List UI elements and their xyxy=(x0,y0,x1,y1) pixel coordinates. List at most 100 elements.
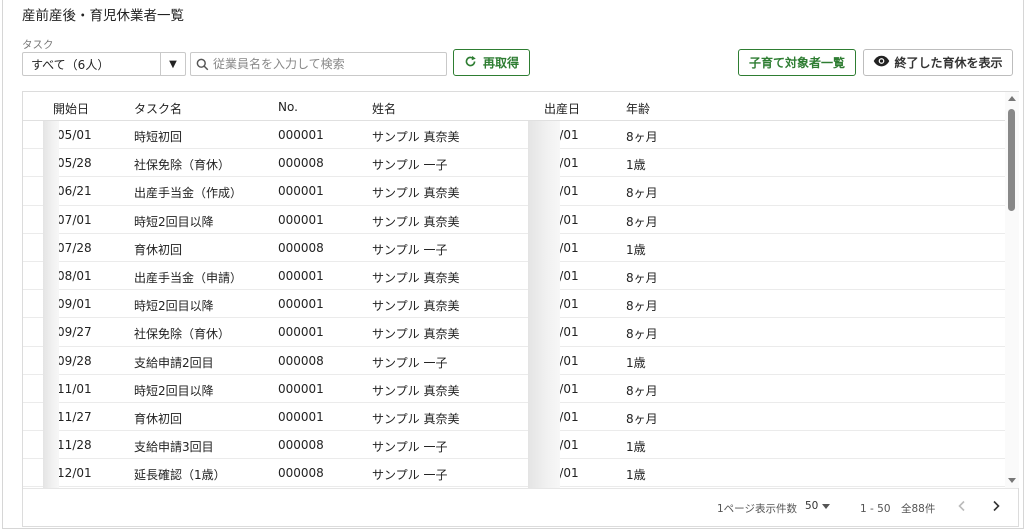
full-name-cell: サンプル 真奈美 xyxy=(372,411,460,426)
table-row[interactable]: /12/01 延長確認（1歳） 000008 サンプル 一子 04/01 1歳 xyxy=(23,459,1005,488)
page-title: 産前産後・育児休業者一覧 xyxy=(22,8,184,24)
childcare-target-list-button[interactable]: 子育て対象者一覧 xyxy=(738,49,856,76)
table-row[interactable]: /05/28 社保免除（育休） 000008 サンプル 一子 04/01 1歳 xyxy=(23,149,1005,178)
task-name-cell: 時短初回 xyxy=(134,130,183,144)
table-row[interactable]: /09/28 支給申請2回目 000008 サンプル 一子 04/01 1歳 xyxy=(23,347,1005,375)
search-icon xyxy=(191,58,213,71)
full-name-cell: サンプル 真奈美 xyxy=(372,130,460,144)
age-cell: 8ヶ月 xyxy=(626,214,658,229)
caret-down-icon[interactable]: ▼ xyxy=(161,59,185,70)
scroll-up-icon[interactable] xyxy=(1008,96,1016,101)
refresh-label: 再取得 xyxy=(482,56,519,70)
task-name-cell: 社保免除（育休） xyxy=(134,327,231,342)
table-row[interactable]: /06/21 出産手当金（作成） 000001 サンプル 真奈美 08/01 8ヶ月 xyxy=(23,177,1005,206)
header-task-name[interactable]: タスク名 xyxy=(134,100,182,117)
age-cell: 1歳 xyxy=(626,242,646,257)
full-name-cell: サンプル 一子 xyxy=(372,355,448,370)
task-name-cell: 支給申請3回目 xyxy=(134,440,214,455)
table-row[interactable]: /11/27 育休初回 000001 サンプル 真奈美 08/01 8ヶ月 xyxy=(23,403,1005,432)
task-name-cell: 支給申請2回目 xyxy=(134,355,214,370)
employee-no-cell: 000008 xyxy=(278,438,324,453)
pagination-range: 1 - 50 全88件 xyxy=(860,503,936,515)
employee-search-input[interactable] xyxy=(213,57,446,71)
page-frame: 産前産後・育児休業者一覧 タスク すべて（6人） ▼ 再取得 子育て対象者一覧 … xyxy=(2,0,1024,529)
age-cell: 8ヶ月 xyxy=(626,130,658,144)
table-row[interactable]: /11/01 時短2回目以降 000001 サンプル 真奈美 08/01 8ヶ月 xyxy=(23,375,1005,403)
full-name-cell: サンプル 真奈美 xyxy=(372,327,460,342)
header-birth-date[interactable]: 出産日 xyxy=(544,100,580,117)
vertical-scrollbar[interactable] xyxy=(1005,92,1019,488)
employee-no-cell: 000008 xyxy=(278,353,324,368)
age-cell: 8ヶ月 xyxy=(626,270,658,285)
header-full-name[interactable]: 姓名 xyxy=(372,100,396,117)
scrollbar-thumb[interactable] xyxy=(1008,109,1015,211)
show-finished-label: 終了した育休を表示 xyxy=(894,56,1003,70)
header-age[interactable]: 年齢 xyxy=(626,100,650,117)
full-name-cell: サンプル 真奈美 xyxy=(372,299,460,314)
employee-no-cell: 000001 xyxy=(278,128,324,142)
task-name-cell: 育休初回 xyxy=(134,411,183,426)
pagination-footer: 1ページ表示件数 50 1 - 50 全88件 xyxy=(23,488,1018,526)
table-body: /05/01 時短初回 000001 サンプル 真奈美 08/01 8ヶ月/05/28 社保… xyxy=(23,121,1005,488)
age-cell: 8ヶ月 xyxy=(626,411,658,426)
full-name-cell: サンプル 一子 xyxy=(372,242,448,257)
full-name-cell: サンプル 真奈美 xyxy=(372,383,460,398)
full-name-cell: サンプル 一子 xyxy=(372,468,448,483)
show-finished-leave-button[interactable]: 終了した育休を表示 xyxy=(863,49,1013,76)
employee-no-cell: 000001 xyxy=(278,381,324,396)
task-name-cell: 出産手当金（作成） xyxy=(134,186,243,201)
refresh-icon xyxy=(464,55,477,71)
task-name-cell: 育休初回 xyxy=(134,242,183,257)
employee-no-cell: 000008 xyxy=(278,156,324,171)
age-cell: 1歳 xyxy=(626,355,646,370)
header-employee-no[interactable]: No. xyxy=(278,100,298,114)
table-row[interactable]: /09/27 社保免除（育休） 000001 サンプル 真奈美 08/01 8ヶ月 xyxy=(23,318,1005,347)
age-cell: 8ヶ月 xyxy=(626,186,658,201)
table-row[interactable]: /11/28 支給申請3回目 000008 サンプル 一子 04/01 1歳 xyxy=(23,431,1005,460)
employee-no-cell: 000001 xyxy=(278,409,324,424)
employee-no-cell: 000001 xyxy=(278,325,324,340)
header-start-date[interactable]: 開始日 xyxy=(53,100,89,117)
rows-per-page-select[interactable]: 50 xyxy=(805,500,831,512)
full-name-cell: サンプル 一子 xyxy=(372,440,448,455)
employee-no-cell: 000001 xyxy=(278,297,324,312)
refresh-button[interactable]: 再取得 xyxy=(453,49,530,76)
table-row[interactable]: /07/28 育休初回 000008 サンプル 一子 04/01 1歳 xyxy=(23,234,1005,262)
task-name-cell: 時短2回目以降 xyxy=(134,214,214,229)
age-cell: 1歳 xyxy=(626,440,646,455)
chevron-right-icon[interactable] xyxy=(985,495,1007,517)
redacted-year-mask xyxy=(528,121,560,489)
rows-per-page-label: 1ページ表示件数 xyxy=(717,503,797,515)
full-name-cell: サンプル 真奈美 xyxy=(372,214,460,229)
employee-search[interactable] xyxy=(190,52,447,76)
caret-down-icon xyxy=(822,503,831,509)
employee-no-cell: 000008 xyxy=(278,466,324,481)
age-cell: 8ヶ月 xyxy=(626,327,658,342)
task-name-cell: 時短2回目以降 xyxy=(134,383,214,398)
employee-no-cell: 000001 xyxy=(278,184,324,199)
task-filter-select[interactable]: すべて（6人） ▼ xyxy=(22,52,186,76)
redacted-year-mask xyxy=(43,121,59,489)
age-cell: 8ヶ月 xyxy=(626,299,658,314)
full-name-cell: サンプル 真奈美 xyxy=(372,186,460,201)
full-name-cell: サンプル 真奈美 xyxy=(372,270,460,285)
task-name-cell: 出産手当金（申請） xyxy=(134,270,243,285)
employee-no-cell: 000001 xyxy=(278,268,324,283)
employee-no-cell: 000008 xyxy=(278,240,324,255)
task-filter-label: タスク xyxy=(22,39,54,51)
scroll-down-icon[interactable] xyxy=(1008,478,1016,483)
table-row[interactable]: /05/01 時短初回 000001 サンプル 真奈美 08/01 8ヶ月 xyxy=(23,121,1005,150)
task-name-cell: 延長確認（1歳） xyxy=(134,468,226,483)
table-header: 開始日 タスク名 No. 姓名 出産日 年齢 xyxy=(23,92,1005,121)
task-name-cell: 時短2回目以降 xyxy=(134,299,214,314)
eye-icon xyxy=(873,55,890,70)
employee-no-cell: 000001 xyxy=(278,212,324,227)
rows-per-page-value: 50 xyxy=(805,500,819,512)
table-row[interactable]: /09/01 時短2回目以降 000001 サンプル 真奈美 08/01 8ヶ月 xyxy=(23,290,1005,319)
table-row[interactable]: /08/01 出産手当金（申請） 000001 サンプル 真奈美 08/01 8ヶ月 xyxy=(23,262,1005,291)
table-row[interactable]: /07/01 時短2回目以降 000001 サンプル 真奈美 08/01 8ヶ月 xyxy=(23,206,1005,234)
childcare-target-label: 子育て対象者一覧 xyxy=(748,56,845,70)
chevron-left-icon[interactable] xyxy=(951,495,973,517)
task-filter-value: すべて（6人） xyxy=(31,57,110,72)
age-cell: 1歳 xyxy=(626,468,646,483)
